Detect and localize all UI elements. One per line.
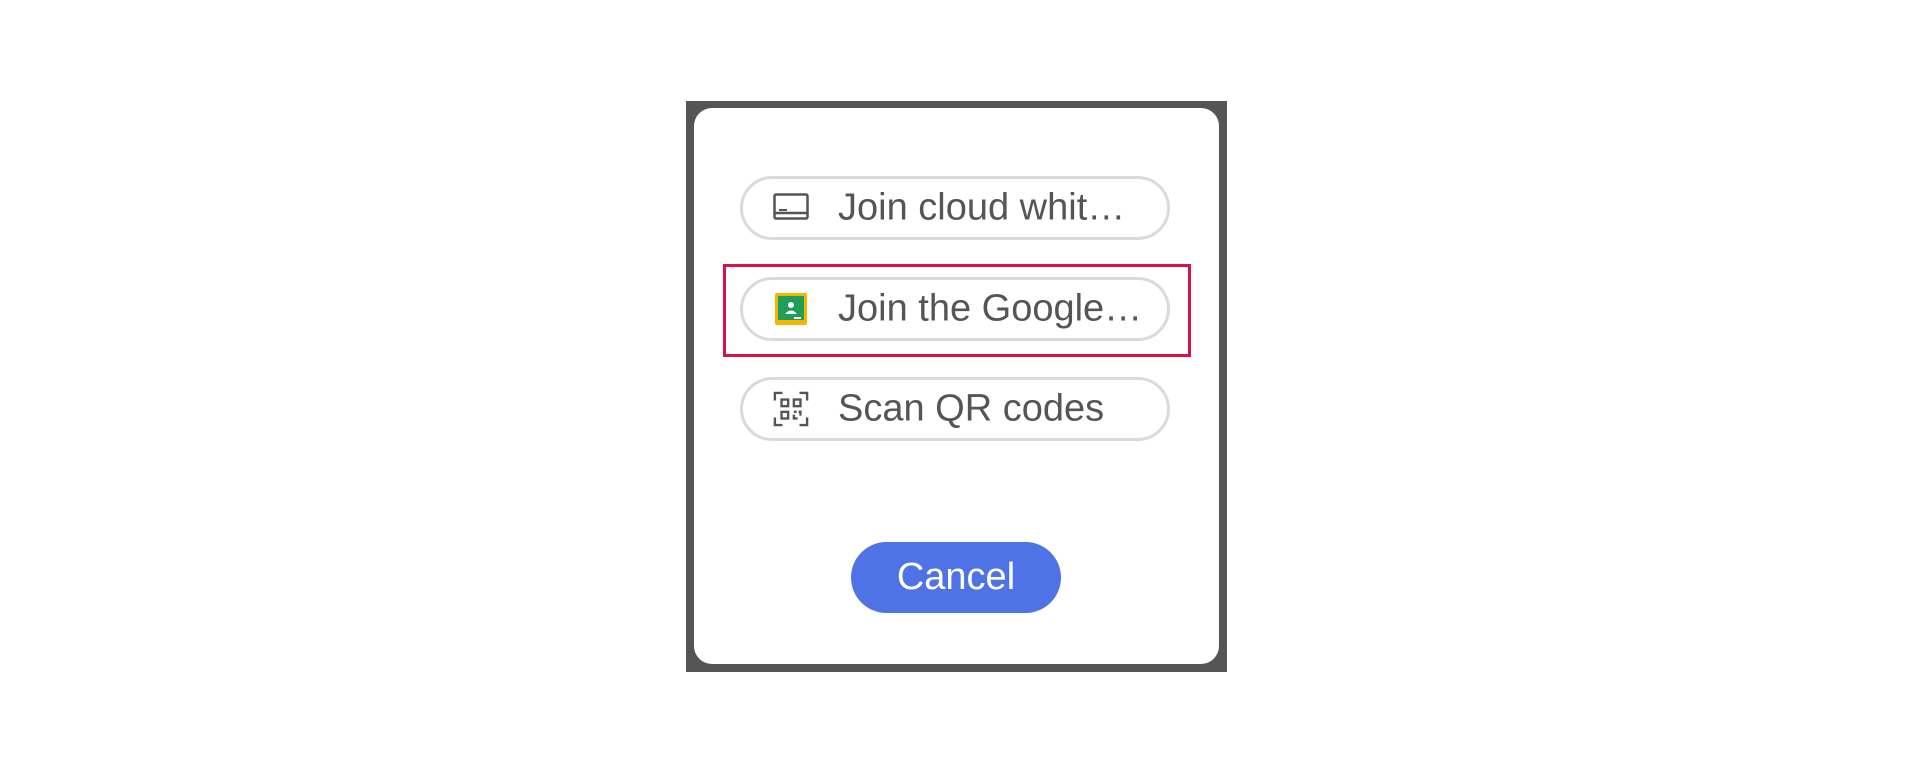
scan-qr-codes-button[interactable]: Scan QR codes bbox=[740, 377, 1170, 441]
qr-code-icon bbox=[773, 391, 809, 427]
screen: Join cloud whit… Join the Google… Scan Q… bbox=[0, 0, 1921, 769]
join-google-classroom-button[interactable]: Join the Google… bbox=[740, 277, 1170, 341]
scan-qr-codes-label: Scan QR codes bbox=[838, 387, 1105, 430]
whiteboard-icon bbox=[773, 190, 809, 226]
google-classroom-icon bbox=[773, 291, 809, 327]
join-cloud-whiteboard-button[interactable]: Join cloud whit… bbox=[740, 176, 1170, 240]
cancel-button[interactable]: Cancel bbox=[851, 542, 1061, 613]
join-cloud-whiteboard-label: Join cloud whit… bbox=[838, 186, 1126, 229]
join-google-classroom-label: Join the Google… bbox=[838, 287, 1143, 330]
